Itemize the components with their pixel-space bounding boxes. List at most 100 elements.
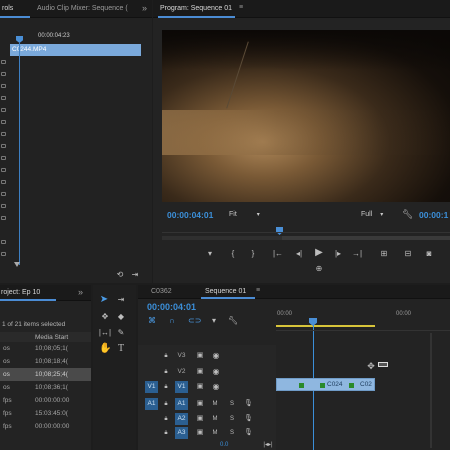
expand-tracks-icon[interactable]: |◂▸| <box>263 440 273 450</box>
project-row[interactable]: fps 00:00:00:00 <box>0 420 91 433</box>
track-label-v2[interactable]: V2 <box>175 366 188 378</box>
zoom-select[interactable]: Fit ▾ <box>229 211 260 218</box>
track-label-a2[interactable]: A2 <box>175 413 188 425</box>
eye-icon[interactable]: ◉ <box>211 367 221 377</box>
timeline-clip[interactable]: C024 C02 <box>276 378 375 391</box>
razor-tool-icon[interactable]: ◆ <box>115 312 127 322</box>
timeline-scrollbar[interactable] <box>430 333 432 448</box>
project-row[interactable]: os 10;08;05;1( <box>0 342 91 355</box>
source-playhead-line <box>19 43 20 265</box>
program-timecode[interactable]: 00:00:04:01 <box>167 210 213 220</box>
solo-button[interactable]: S <box>228 428 236 438</box>
add-marker-icon[interactable]: ▾ <box>205 249 215 259</box>
lock-icon[interactable]: 🔒︎ <box>162 428 170 438</box>
timeline-menu-icon[interactable]: ≡ <box>256 287 260 294</box>
tab-c0362[interactable]: C0362 <box>151 288 172 295</box>
linked-selection-icon[interactable]: ⊂⊃ <box>188 316 201 326</box>
timeline-settings-icon[interactable]: 🔧︎ <box>228 316 238 326</box>
go-to-in-icon[interactable]: |← <box>272 249 284 259</box>
mic-icon[interactable]: 🎙︎ <box>244 399 253 409</box>
drag-ghost <box>378 362 388 367</box>
program-playhead-icon[interactable] <box>276 227 283 235</box>
mic-icon[interactable]: 🎙︎ <box>244 428 253 438</box>
sync-lock-icon[interactable]: ▣ <box>195 382 205 392</box>
project-row-selected[interactable]: os 10;08;25;4( <box>0 368 91 381</box>
track-select-icon[interactable]: ⇥ <box>115 295 127 305</box>
lock-icon[interactable]: 🔒︎ <box>162 399 170 409</box>
mic-icon[interactable]: 🎙︎ <box>244 414 253 424</box>
track-label-v3[interactable]: V3 <box>175 350 188 362</box>
project-title[interactable]: roject: Ep 10 <box>1 289 40 296</box>
loop-icon[interactable]: ⟲ <box>115 270 125 280</box>
button-editor-icon[interactable]: ⊕ <box>313 264 325 274</box>
resolution-select[interactable]: Full ▾ <box>361 211 383 218</box>
lock-icon[interactable]: 🔒︎ <box>162 382 170 392</box>
sync-lock-icon[interactable]: ▣ <box>195 414 205 424</box>
hand-tool-icon[interactable]: ✋ <box>99 344 111 354</box>
resolution-value: Full <box>361 211 373 218</box>
eye-icon[interactable]: ◉ <box>211 382 221 392</box>
add-marker-icon[interactable]: ▾ <box>209 316 219 326</box>
mute-button[interactable]: M <box>211 414 219 424</box>
selected-clip[interactable]: C0244.MP4 <box>10 44 141 56</box>
panel-expand-icon[interactable]: » <box>78 287 83 297</box>
master-volume[interactable]: 0.0 <box>220 442 228 448</box>
ripple-edit-icon[interactable]: ✥ <box>99 312 111 322</box>
source-tabbar: rols Audio Clip Mixer: Sequence ( » <box>0 0 152 18</box>
track-label-a3[interactable]: A3 <box>175 427 188 439</box>
go-to-out-icon[interactable]: →| <box>351 249 363 259</box>
step-forward-icon[interactable]: |▸ <box>333 249 343 259</box>
extract-icon[interactable]: ⊟ <box>402 249 414 259</box>
column-media-start[interactable]: Media Start <box>35 334 68 341</box>
snap-icon[interactable]: ∩ <box>167 316 177 326</box>
track-label-a1[interactable]: A1 <box>175 398 188 410</box>
scrub-bar[interactable] <box>162 236 450 240</box>
filter-icon[interactable] <box>14 262 20 268</box>
tab-effect-controls[interactable]: rols <box>2 5 13 12</box>
mute-button[interactable]: M <box>211 399 219 409</box>
play-icon[interactable]: ▶ <box>313 248 325 258</box>
selection-tool-icon[interactable]: ➤ <box>99 295 109 305</box>
mark-out-icon[interactable]: } <box>249 249 257 259</box>
fx-badge-icon <box>320 383 325 388</box>
type-tool-icon[interactable]: T <box>116 344 126 354</box>
pen-tool-icon[interactable]: ✎ <box>115 328 127 338</box>
lock-icon[interactable]: 🔒︎ <box>162 414 170 424</box>
source-patch-a1[interactable]: A1 <box>145 398 158 410</box>
step-back-icon[interactable]: ◂| <box>294 249 304 259</box>
source-panel: rols Audio Clip Mixer: Sequence ( » 00:0… <box>0 0 152 283</box>
export-frame-icon[interactable]: ◙ <box>423 249 435 259</box>
lock-icon[interactable]: 🔒︎ <box>162 367 170 377</box>
wrench-icon[interactable]: 🔧︎ <box>402 209 413 219</box>
source-timecode: 00:00:04:23 <box>38 33 70 39</box>
lift-icon[interactable]: ⊞ <box>378 249 390 259</box>
tab-audio-clip-mixer[interactable]: Audio Clip Mixer: Sequence ( <box>37 5 128 12</box>
work-area-bar[interactable] <box>276 325 375 327</box>
eye-icon[interactable]: ◉ <box>211 351 221 361</box>
sync-lock-icon[interactable]: ▣ <box>195 351 205 361</box>
tab-sequence-01[interactable]: Sequence 01 <box>205 288 246 295</box>
program-menu-icon[interactable]: ≡ <box>239 4 243 11</box>
project-row[interactable]: os 10;08;36;1( <box>0 381 91 394</box>
track-label-v1[interactable]: V1 <box>175 381 188 393</box>
export-icon[interactable]: ⇥ <box>130 270 140 280</box>
lock-icon[interactable]: 🔒︎ <box>162 351 170 361</box>
solo-button[interactable]: S <box>228 399 236 409</box>
slip-tool-icon[interactable]: |↔| <box>98 328 112 338</box>
timeline-timecode[interactable]: 00:00:04:01 <box>147 302 196 312</box>
nest-icon[interactable]: ⌘ <box>147 316 157 326</box>
source-patch-v1[interactable]: V1 <box>145 381 158 393</box>
mute-button[interactable]: M <box>211 428 219 438</box>
chevron-down-icon: ▾ <box>256 212 260 218</box>
sync-lock-icon[interactable]: ▣ <box>195 367 205 377</box>
project-row[interactable]: fps 15:03:45:0( <box>0 407 91 420</box>
project-row[interactable]: fps 00:00:00:00 <box>0 394 91 407</box>
sync-lock-icon[interactable]: ▣ <box>195 428 205 438</box>
mark-in-icon[interactable]: { <box>229 249 237 259</box>
playhead-marker-icon[interactable] <box>16 36 23 43</box>
project-row[interactable]: os 10;08;18;4( <box>0 355 91 368</box>
solo-button[interactable]: S <box>228 414 236 424</box>
program-title[interactable]: Program: Sequence 01 <box>160 5 232 12</box>
panel-expand-icon[interactable]: » <box>142 3 147 13</box>
sync-lock-icon[interactable]: ▣ <box>195 399 205 409</box>
